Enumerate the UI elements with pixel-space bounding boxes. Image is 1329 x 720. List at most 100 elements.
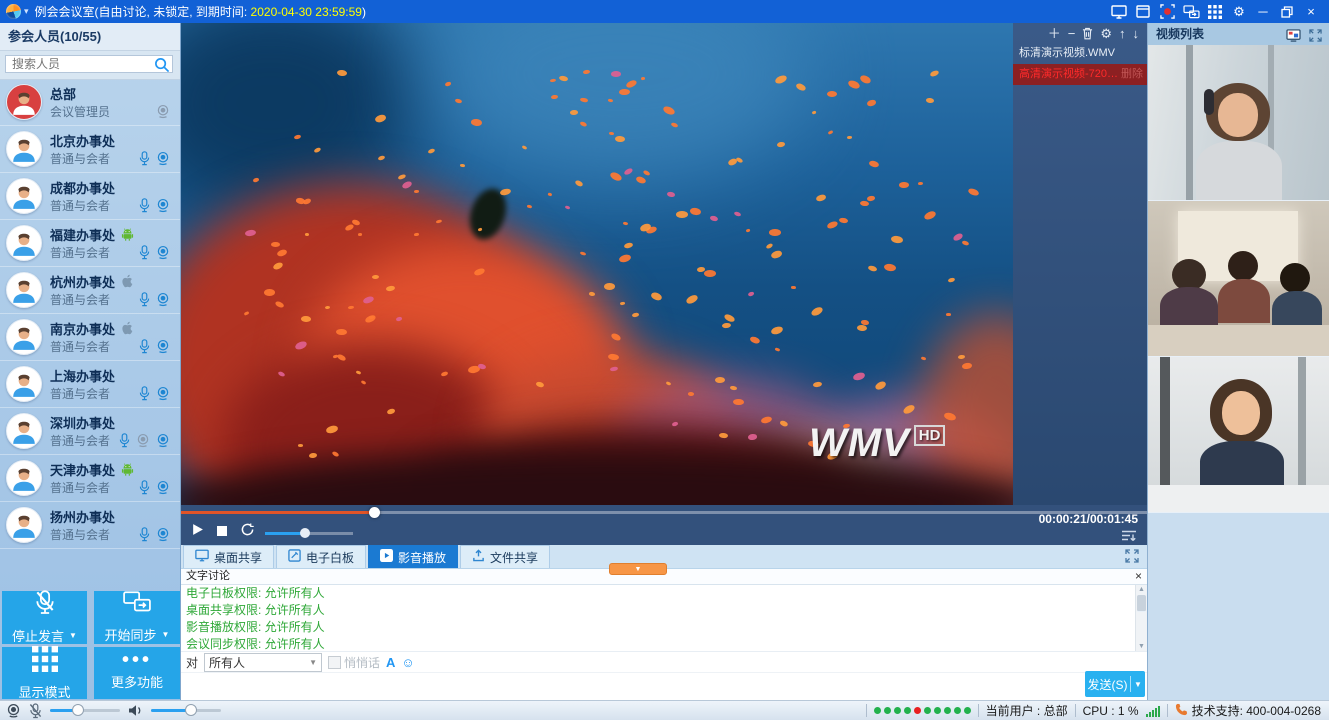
participant-row[interactable]: 福建办事处 普通与会者	[0, 220, 180, 267]
whisper-checkbox[interactable]	[328, 656, 341, 669]
mic-volume-knob[interactable]	[72, 704, 84, 716]
tab-file-share[interactable]: 文件共享	[460, 545, 550, 568]
speaker-volume-knob[interactable]	[185, 704, 197, 716]
scrollbar-thumb[interactable]	[1137, 595, 1146, 612]
volume-slider[interactable]	[265, 532, 353, 535]
more-functions-button[interactable]: ••• 更多功能	[94, 647, 180, 699]
expand-panel-icon[interactable]	[1125, 549, 1139, 566]
volume-handle[interactable]	[300, 528, 310, 538]
recipient-select[interactable]: 所有人▼	[204, 653, 322, 672]
webcam-icon[interactable]	[156, 292, 170, 307]
video-list-header: 视频列表	[1148, 23, 1329, 45]
delete-button[interactable]: 删除	[1121, 64, 1143, 85]
webcam-icon[interactable]	[156, 245, 170, 260]
display-grid-icon[interactable]	[1205, 3, 1225, 21]
mic-icon[interactable]	[139, 339, 150, 354]
webcam-status-icon[interactable]	[6, 703, 21, 718]
mic-icon[interactable]	[139, 386, 150, 401]
tab-whiteboard[interactable]: 电子白板	[276, 545, 366, 568]
participant-row[interactable]: 杭州办事处 普通与会者	[0, 267, 180, 314]
mic-icon[interactable]	[139, 198, 150, 213]
video-thumbnail-3[interactable]	[1148, 357, 1329, 513]
speaker-icon[interactable]	[128, 704, 143, 717]
participant-row[interactable]: 北京办事处 普通与会者	[0, 126, 180, 173]
remove-media-icon[interactable]: −	[1068, 27, 1076, 40]
signal-bars-icon	[1146, 705, 1160, 717]
video-thumbnail-1[interactable]	[1148, 45, 1329, 201]
webcam-icon[interactable]	[156, 198, 170, 213]
webcam-icon[interactable]	[156, 433, 170, 448]
trash-icon[interactable]	[1082, 27, 1093, 40]
video-content[interactable]: WMVHD	[181, 23, 1013, 505]
restore-icon[interactable]	[1277, 3, 1297, 21]
whisper-option[interactable]: 悄悄话	[328, 654, 380, 671]
record-icon[interactable]	[1157, 3, 1177, 21]
playlist-settings-icon[interactable]: ⚙	[1100, 27, 1112, 40]
move-down-icon[interactable]: ↓	[1133, 27, 1140, 40]
participant-row[interactable]: 深圳办事处 普通与会者	[0, 408, 180, 455]
tab-media-play[interactable]: 影音播放	[368, 545, 458, 568]
settings-icon[interactable]: ⚙	[1229, 3, 1249, 21]
search-input[interactable]	[5, 55, 173, 73]
scroll-up-icon[interactable]: ▲	[1138, 585, 1145, 594]
chat-input-area[interactable]	[181, 673, 1147, 702]
font-settings-button[interactable]: A	[386, 655, 395, 670]
play-icon[interactable]	[191, 523, 204, 539]
seek-bar[interactable]	[181, 511, 1147, 514]
expiry-time: 2020-04-30 23:59:59	[251, 5, 362, 19]
participant-row[interactable]: 天津办事处 普通与会者	[0, 455, 180, 502]
webcam-icon[interactable]	[156, 339, 170, 354]
playlist-toggle-icon[interactable]	[1121, 530, 1137, 545]
move-up-icon[interactable]: ↑	[1119, 27, 1126, 40]
search-icon[interactable]	[154, 57, 170, 73]
chat-collapse-handle[interactable]: ▼	[609, 563, 667, 575]
display-mode-button[interactable]: 显示模式	[2, 647, 87, 699]
window-mode-icon[interactable]	[1133, 3, 1153, 21]
network-sync-icon[interactable]	[1181, 3, 1201, 21]
wmv-hd-logo: WMVHD	[809, 421, 945, 466]
send-button[interactable]: 发送(S) ▼	[1085, 671, 1145, 697]
participant-row[interactable]: 扬州办事处 普通与会者	[0, 502, 180, 549]
chat-close-icon[interactable]: ×	[1135, 569, 1142, 583]
playlist-item[interactable]: 标清演示视频.WMV	[1013, 43, 1147, 64]
chat-scrollbar[interactable]: ▲ ▼	[1135, 585, 1147, 651]
seek-handle[interactable]	[369, 507, 380, 518]
add-media-icon[interactable]: ＋	[1048, 27, 1061, 40]
stop-speaking-button[interactable]: 停止发言▼	[2, 591, 87, 644]
participant-avatar	[6, 319, 42, 355]
scroll-down-icon[interactable]: ▼	[1138, 642, 1145, 651]
playlist-items: 标清演示视频.WMV 高清演示视频-720P.wmv删除	[1013, 43, 1147, 85]
playlist-item[interactable]: 高清演示视频-720P.wmv删除	[1013, 64, 1147, 85]
video-thumbnail-2[interactable]	[1148, 201, 1329, 357]
participant-row[interactable]: 南京办事处 普通与会者	[0, 314, 180, 361]
webcam-icon[interactable]	[156, 527, 170, 542]
speaker-volume-slider[interactable]	[151, 709, 221, 712]
stop-icon[interactable]	[217, 525, 227, 539]
webcam-icon[interactable]	[156, 386, 170, 401]
meeting-app-window: ▾ 例会会议室(自由讨论, 未锁定, 到期时间: 2020-04-30 23:5…	[0, 0, 1329, 720]
participant-row[interactable]: 上海办事处 普通与会者	[0, 361, 180, 408]
mic-volume-slider[interactable]	[50, 709, 120, 712]
mic-icon[interactable]	[139, 245, 150, 260]
webcam-icon[interactable]	[156, 151, 170, 166]
logo-dropdown-icon[interactable]: ▾	[24, 6, 29, 17]
minimize-icon[interactable]: ─	[1253, 3, 1273, 21]
webcam-icon[interactable]	[156, 480, 170, 495]
close-icon[interactable]: ×	[1301, 3, 1321, 21]
mic-icon[interactable]	[139, 527, 150, 542]
mic-icon[interactable]	[139, 480, 150, 495]
mic-muted-icon[interactable]	[29, 703, 42, 719]
emoji-button[interactable]: ☺	[401, 656, 414, 669]
webcam-icon[interactable]	[136, 433, 150, 448]
tab-desktop-share[interactable]: 桌面共享	[183, 545, 274, 568]
replay-icon[interactable]	[241, 523, 254, 539]
webcam-icon[interactable]	[156, 104, 170, 119]
mic-icon[interactable]	[119, 433, 130, 448]
mic-icon[interactable]	[139, 292, 150, 307]
mic-icon[interactable]	[139, 151, 150, 166]
screen-share-icon[interactable]	[1109, 3, 1129, 21]
participant-row[interactable]: 成都办事处 普通与会者	[0, 173, 180, 220]
participant-list: 总部 会议管理员 北京办事处 普通与会者 成都办事处 普通与会者 福建办事处 普…	[0, 79, 180, 549]
participant-row[interactable]: 总部 会议管理员	[0, 79, 180, 126]
start-sync-button[interactable]: 开始同步▼	[94, 591, 180, 644]
